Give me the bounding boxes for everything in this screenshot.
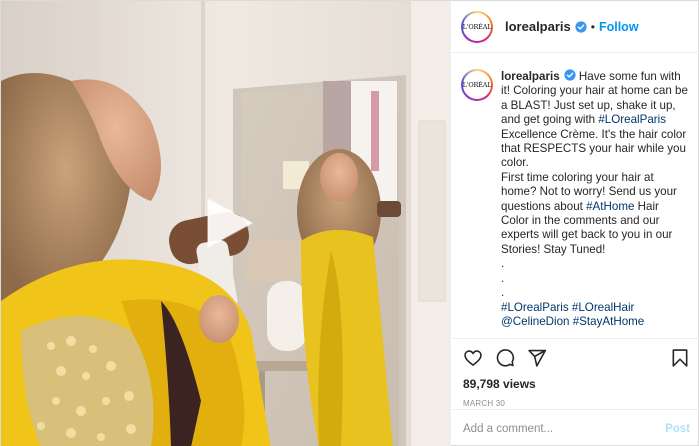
follow-button[interactable]: Follow <box>599 20 639 34</box>
hashtag-link[interactable]: #StayAtHome <box>573 315 645 328</box>
share-icon[interactable] <box>527 348 547 368</box>
comment-input[interactable] <box>463 422 666 435</box>
post-comment-button[interactable]: Post <box>665 423 690 435</box>
caption-content: Have some fun with it! Coloring your hai… <box>501 70 688 328</box>
instagram-post: L'ORÉAL lorealparis • Follow L'ORÉAL lor <box>0 0 699 446</box>
caption-area: L'ORÉAL lorealparis Have some fun with i… <box>451 54 699 338</box>
profile-avatar[interactable]: L'ORÉAL <box>461 10 493 43</box>
caption-text-segment: Excellence Crème. It's the hair color th… <box>501 127 687 170</box>
post-date[interactable]: MARCH 30 <box>463 399 690 408</box>
hashtag-link[interactable]: #LOrealHair <box>572 301 635 314</box>
hashtag-link[interactable]: #LOrealParis <box>501 301 569 314</box>
avatar-logo-text: L'ORÉAL <box>462 22 492 31</box>
action-icons <box>463 347 690 369</box>
caption-text-segment: . <box>501 271 505 285</box>
caption-text: lorealparis Have some fun with it! Color… <box>501 69 688 338</box>
post-actions: 89,798 views MARCH 30 <box>451 338 699 408</box>
caption-username[interactable]: lorealparis <box>501 70 560 83</box>
hashtag-link[interactable]: @CelineDion <box>501 315 569 328</box>
bookmark-icon[interactable] <box>670 348 690 368</box>
comment-bar: Post <box>451 409 699 446</box>
caption-text-segment: . <box>501 286 505 300</box>
header-separator: • <box>590 19 595 34</box>
play-icon <box>207 198 253 248</box>
verified-badge-icon <box>564 69 576 81</box>
heart-icon[interactable] <box>463 348 483 368</box>
caption-text-segment: . <box>501 257 505 271</box>
caption-row: L'ORÉAL lorealparis Have some fun with i… <box>461 69 688 338</box>
post-sidebar: L'ORÉAL lorealparis • Follow L'ORÉAL lor <box>450 1 699 446</box>
play-button[interactable] <box>202 197 254 249</box>
verified-badge-icon <box>575 20 587 33</box>
view-count[interactable]: 89,798 views <box>463 377 690 391</box>
hashtag-link[interactable]: #LOrealParis <box>598 113 666 126</box>
caption-avatar[interactable]: L'ORÉAL <box>461 69 493 101</box>
comment-icon[interactable] <box>495 348 515 368</box>
post-video[interactable] <box>1 1 450 446</box>
hashtag-link[interactable]: #AtHome <box>586 200 634 213</box>
header-username[interactable]: lorealparis <box>505 19 571 34</box>
avatar-logo-text: L'ORÉAL <box>462 81 492 89</box>
post-header: L'ORÉAL lorealparis • Follow <box>451 1 699 53</box>
